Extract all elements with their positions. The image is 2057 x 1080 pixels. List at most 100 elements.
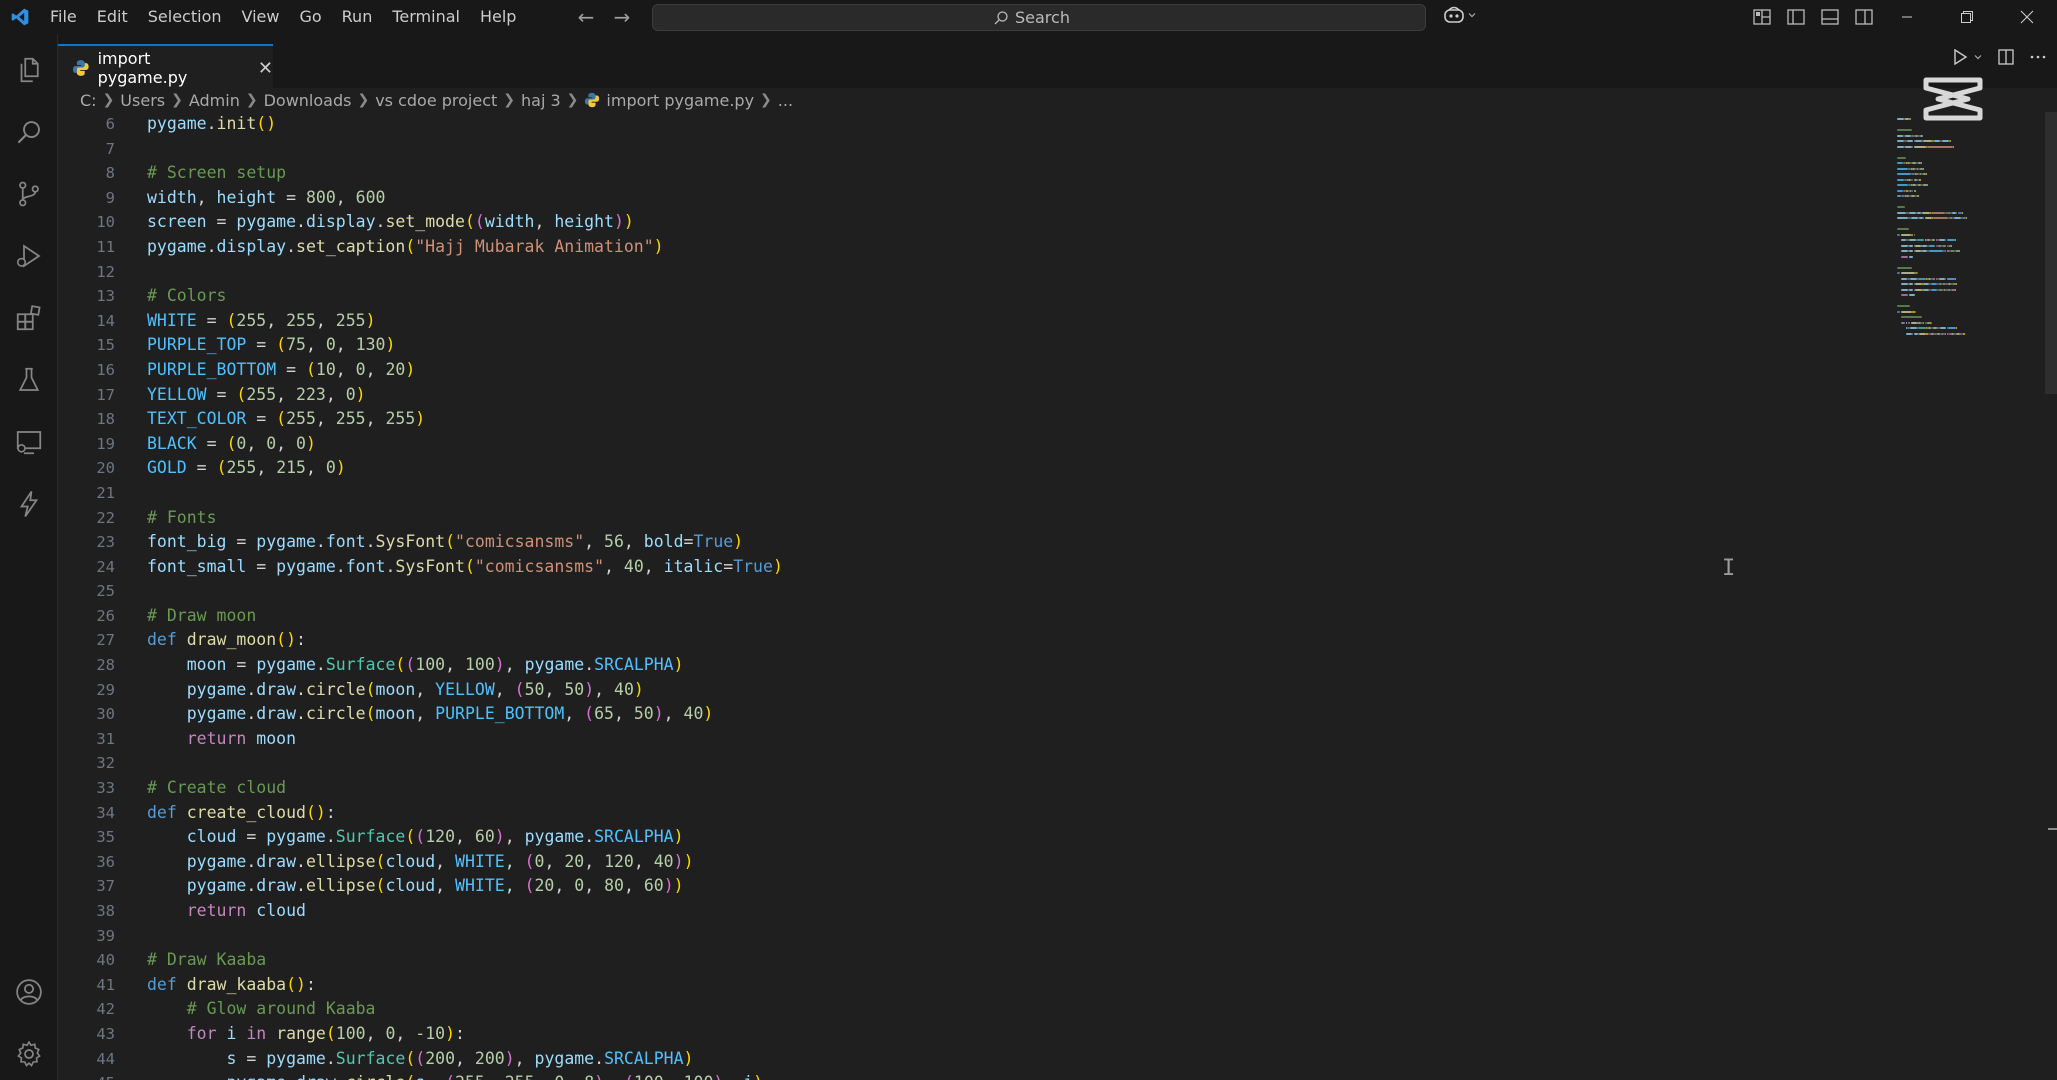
customize-layout-icon[interactable] — [1752, 8, 1772, 26]
search-icon[interactable] — [0, 106, 58, 158]
code-line[interactable]: PURPLE_TOP = (75, 0, 130) — [147, 333, 783, 358]
menu-terminal[interactable]: Terminal — [382, 0, 470, 34]
code-line[interactable]: GOLD = (255, 215, 0) — [147, 456, 783, 481]
code-line[interactable]: def draw_moon(): — [147, 628, 783, 653]
code-line[interactable]: def draw_kaaba(): — [147, 973, 783, 998]
code-line[interactable]: font_big = pygame.font.SysFont("comicsan… — [147, 530, 783, 555]
code-line[interactable]: return cloud — [147, 899, 783, 924]
code-line[interactable] — [147, 924, 783, 949]
code-token: ) — [335, 458, 346, 478]
code-line[interactable]: font_small = pygame.font.SysFont("comics… — [147, 555, 783, 580]
code-line[interactable]: pygame.init() — [147, 112, 783, 137]
code-line[interactable]: pygame.display.set_caption("Hajj Mubarak… — [147, 235, 783, 260]
restore-icon[interactable] — [1937, 0, 1997, 34]
forward-arrow-icon[interactable]: → — [611, 5, 633, 29]
code-token: 255 — [286, 310, 316, 330]
code-line[interactable]: pygame.draw.circle(moon, PURPLE_BOTTOM, … — [147, 702, 783, 727]
toggle-panel-icon[interactable] — [1820, 8, 1840, 26]
back-arrow-icon[interactable]: ← — [575, 5, 597, 29]
code-line[interactable]: cloud = pygame.Surface((120, 60), pygame… — [147, 825, 783, 850]
code-line[interactable]: # Draw moon — [147, 604, 783, 629]
breadcrumb-users[interactable]: Users — [120, 91, 165, 110]
code-line[interactable] — [147, 260, 783, 285]
account-icon[interactable] — [0, 966, 58, 1018]
code-line[interactable]: # Screen setup — [147, 161, 783, 186]
menu-run[interactable]: Run — [332, 0, 383, 34]
extensions-icon[interactable] — [0, 292, 58, 344]
testing-icon[interactable] — [0, 354, 58, 406]
minimap[interactable] — [1895, 112, 2045, 412]
code-token: . — [315, 655, 326, 675]
code-line[interactable]: pygame.draw.circle(s, (255, 255, 0, 8), … — [147, 1071, 783, 1080]
menu-help[interactable]: Help — [470, 0, 526, 34]
vertical-scrollbar[interactable] — [2045, 112, 2057, 394]
settings-gear-icon[interactable] — [0, 1028, 58, 1080]
code-line[interactable] — [147, 137, 783, 162]
run-debug-icon[interactable] — [0, 230, 58, 282]
code-line[interactable]: for i in range(100, 0, -10): — [147, 1022, 783, 1047]
close-window-icon[interactable] — [1997, 0, 2057, 34]
breadcrumb-drive[interactable]: C: — [80, 91, 97, 110]
code-line[interactable]: s = pygame.Surface((200, 200), pygame.SR… — [147, 1047, 783, 1072]
code-token: pygame — [266, 827, 326, 847]
code-lines[interactable]: pygame.init() # Screen setup width, heigh… — [147, 112, 783, 1080]
search-input[interactable] — [1015, 8, 1085, 27]
minimize-icon[interactable] — [1877, 0, 1937, 34]
code-line[interactable]: # Glow around Kaaba — [147, 997, 783, 1022]
code-line[interactable]: pygame.draw.circle(moon, YELLOW, (50, 50… — [147, 678, 783, 703]
code-line[interactable]: pygame.draw.ellipse(cloud, WHITE, (0, 20… — [147, 850, 783, 875]
breadcrumb-symbol[interactable]: ... — [778, 91, 793, 110]
code-line[interactable]: # Create cloud — [147, 776, 783, 801]
menu-view[interactable]: View — [232, 0, 290, 34]
code-line[interactable]: WHITE = (255, 255, 255) — [147, 309, 783, 334]
menu-edit[interactable]: Edit — [87, 0, 138, 34]
code-line[interactable]: TEXT_COLOR = (255, 255, 255) — [147, 407, 783, 432]
tab-import-pygame[interactable]: import pygame.py ✕ — [58, 44, 273, 90]
breadcrumb-file[interactable]: import pygame.py — [606, 91, 754, 110]
split-editor-icon[interactable] — [1997, 48, 2015, 66]
code-token: , — [535, 1073, 555, 1080]
code-line[interactable] — [147, 481, 783, 506]
code-line[interactable]: BLACK = (0, 0, 0) — [147, 432, 783, 457]
menu-file[interactable]: File — [40, 0, 87, 34]
code-token: ( — [216, 458, 227, 478]
close-icon[interactable]: ✕ — [258, 58, 273, 79]
copilot-button[interactable] — [1443, 5, 1477, 25]
chevron-down-icon[interactable] — [1973, 52, 1983, 62]
code-line[interactable]: # Colors — [147, 284, 783, 309]
explorer-icon[interactable] — [0, 44, 58, 96]
minimap-token — [1949, 140, 1951, 142]
code-token: ( — [365, 679, 376, 699]
code-token: 255 — [505, 1073, 535, 1080]
remote-explorer-icon[interactable] — [0, 416, 58, 468]
code-editor[interactable]: 6 7 8 9 10 11 12 13 14 15 16 17 18 19 20 21 22 23 24 25 26 27… — [58, 112, 2057, 1080]
breadcrumb-folder[interactable]: haj 3 — [521, 91, 561, 110]
breadcrumb-project[interactable]: vs cdoe project — [375, 91, 497, 110]
code-line[interactable]: return moon — [147, 727, 783, 752]
code-line[interactable]: screen = pygame.display.set_mode((width,… — [147, 210, 783, 235]
code-line[interactable]: def create_cloud(): — [147, 801, 783, 826]
code-line[interactable]: # Fonts — [147, 506, 783, 531]
code-line[interactable] — [147, 579, 783, 604]
code-line[interactable]: moon = pygame.Surface((100, 100), pygame… — [147, 653, 783, 678]
menu-selection[interactable]: Selection — [138, 0, 232, 34]
toggle-secondary-sidebar-icon[interactable] — [1854, 8, 1874, 26]
minimap-token — [1897, 167, 1908, 170]
command-center-search[interactable] — [652, 4, 1426, 31]
more-actions-icon[interactable] — [2029, 48, 2047, 66]
code-line[interactable]: PURPLE_BOTTOM = (10, 0, 20) — [147, 358, 783, 383]
toggle-primary-sidebar-icon[interactable] — [1786, 8, 1806, 26]
code-line[interactable] — [147, 751, 783, 776]
menu-go[interactable]: Go — [289, 0, 331, 34]
breadcrumb-downloads[interactable]: Downloads — [264, 91, 352, 110]
code-line[interactable]: pygame.draw.ellipse(cloud, WHITE, (20, 0… — [147, 874, 783, 899]
breadcrumb-admin[interactable]: Admin — [189, 91, 240, 110]
run-python-file-icon[interactable] — [1951, 48, 1969, 66]
code-line[interactable]: width, height = 800, 600 — [147, 186, 783, 211]
lightning-icon[interactable] — [0, 478, 58, 530]
source-control-icon[interactable] — [0, 168, 58, 220]
code-token: 100 — [634, 1073, 664, 1080]
code-line[interactable]: # Draw Kaaba — [147, 948, 783, 973]
code-line[interactable]: YELLOW = (255, 223, 0) — [147, 383, 783, 408]
code-token: . — [325, 1048, 336, 1068]
